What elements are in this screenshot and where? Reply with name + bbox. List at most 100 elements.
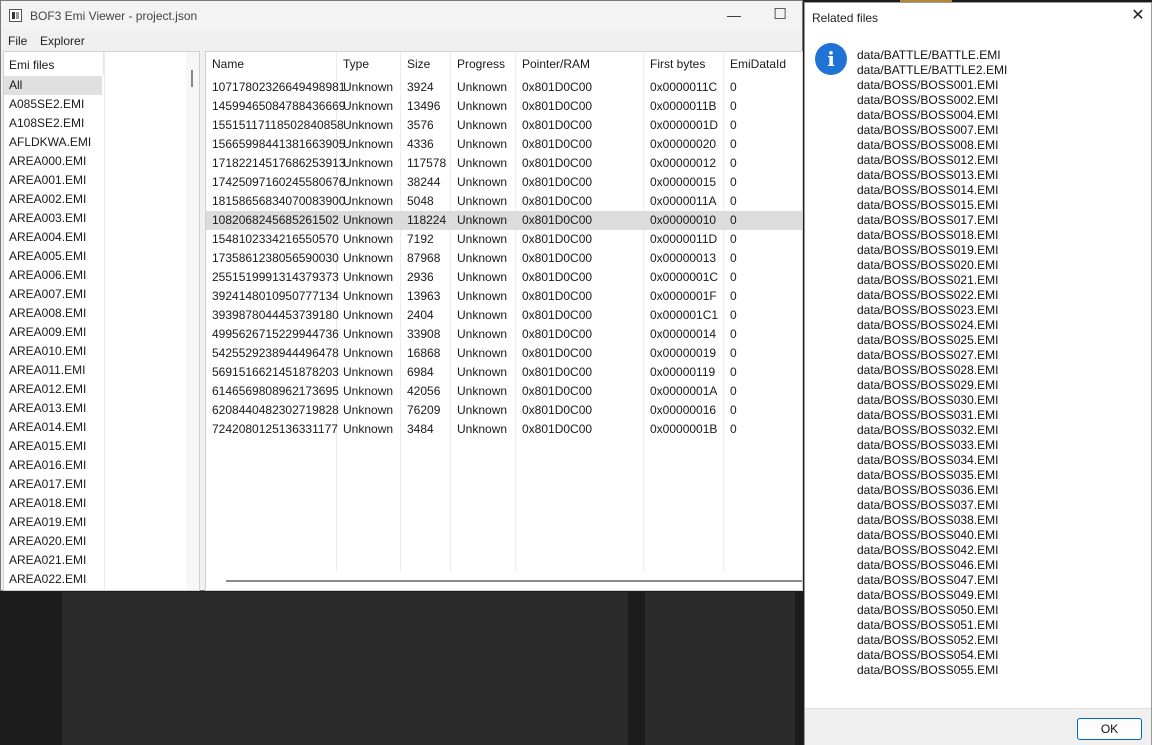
list-item[interactable]: AREA015.EMI (4, 437, 186, 456)
emi-files-list[interactable]: Emi files All A085SE2.EMI A108SE2.EMI AFLDK… (3, 51, 200, 591)
list-item[interactable]: AREA012.EMI (4, 380, 186, 399)
list-item[interactable]: All (4, 76, 102, 95)
table-row[interactable]: 2551519991314379373 Unknown 2936 Unknown 0x8… (206, 268, 802, 287)
column-header[interactable]: Type (337, 52, 401, 76)
table-cell: Unknown (343, 289, 394, 303)
menu-bar: File Explorer (1, 31, 802, 50)
menu-explorer[interactable]: Explorer (40, 34, 85, 48)
related-file: data/BOSS/BOSS018.EMI (857, 228, 999, 242)
maximize-button[interactable]: ☐ (757, 5, 803, 27)
table-cell: 0x0000001C (650, 270, 719, 284)
related-file: data/BOSS/BOSS007.EMI (857, 123, 999, 137)
emi-files-header[interactable]: Emi files (4, 52, 104, 75)
list-item[interactable]: A108SE2.EMI (4, 114, 186, 133)
table-cell: Unknown (457, 384, 508, 398)
horizontal-scrollbar[interactable] (206, 574, 802, 588)
list-item[interactable]: A085SE2.EMI (4, 95, 186, 114)
table-cell: Unknown (343, 80, 394, 94)
column-header[interactable]: Pointer/RAM (516, 52, 644, 76)
list-item[interactable]: AFLDKWA.EMI (4, 133, 186, 152)
table-cell: Unknown (343, 194, 394, 208)
list-item[interactable]: AREA010.EMI (4, 342, 186, 361)
table-cell: 5425529238944496478 (212, 346, 339, 360)
table-row[interactable]: 14599465084788436669 Unknown 13496 Unknown 0… (206, 97, 802, 116)
related-file: data/BOSS/BOSS020.EMI (857, 258, 999, 272)
table-cell: 4995626715229944736 (212, 327, 339, 341)
column-header[interactable]: Progress (451, 52, 516, 76)
column-header[interactable]: Name (206, 52, 337, 76)
table-cell: 13496 (407, 99, 441, 113)
table-row[interactable]: 15515117118502840858 Unknown 3576 Unknown 0x… (206, 116, 802, 135)
list-item[interactable]: AREA017.EMI (4, 475, 186, 494)
table-cell: 0 (730, 251, 737, 265)
table-cell: Unknown (457, 289, 508, 303)
table-row[interactable]: 17425097160245580676 Unknown 38244 Unknown 0… (206, 173, 802, 192)
column-header[interactable]: EmiDataId (724, 52, 802, 76)
table-row[interactable]: 5691516621451878203 Unknown 6984 Unknown 0x8… (206, 363, 802, 382)
list-item[interactable]: AREA011.EMI (4, 361, 186, 380)
column-header[interactable]: First bytes (644, 52, 724, 76)
table-cell: 0x00000020 (650, 137, 717, 151)
related-file: data/BOSS/BOSS036.EMI (857, 483, 999, 497)
table-cell: 5048 (407, 194, 434, 208)
list-item[interactable]: AREA016.EMI (4, 456, 186, 475)
list-scrollbar[interactable] (186, 52, 199, 590)
emi-table[interactable]: Name Type Size Progress Pointer/RAM First byt… (205, 51, 803, 591)
table-cell: 4336 (407, 137, 434, 151)
table-row[interactable]: 7242080125136331177 Unknown 3484 Unknown 0x8… (206, 420, 802, 439)
menu-file[interactable]: File (8, 34, 27, 48)
list-item[interactable]: AREA004.EMI (4, 228, 186, 247)
list-item[interactable]: AREA014.EMI (4, 418, 186, 437)
list-item[interactable]: AREA002.EMI (4, 190, 186, 209)
list-item[interactable]: AREA001.EMI (4, 171, 186, 190)
table-cell: 0x801D0C00 (522, 232, 593, 246)
list-item[interactable]: AREA008.EMI (4, 304, 186, 323)
column-header[interactable]: Size (401, 52, 451, 76)
list-item[interactable]: AREA013.EMI (4, 399, 186, 418)
table-cell: 0x801D0C00 (522, 175, 593, 189)
table-cell: Unknown (343, 346, 394, 360)
related-file: data/BOSS/BOSS014.EMI (857, 183, 999, 197)
related-file: data/BOSS/BOSS002.EMI (857, 93, 999, 107)
list-item[interactable]: AREA019.EMI (4, 513, 186, 532)
minimize-button[interactable]: — (711, 5, 757, 27)
list-item[interactable]: AREA003.EMI (4, 209, 186, 228)
table-row[interactable]: 17182214517686253913 Unknown 117578 Unknown… (206, 154, 802, 173)
table-row[interactable]: 15665998441381663905 Unknown 4336 Unknown 0x… (206, 135, 802, 154)
horizontal-scrollbar-thumb[interactable] (226, 580, 802, 582)
list-item[interactable]: AREA022.EMI (4, 570, 186, 589)
related-file: data/BOSS/BOSS037.EMI (857, 498, 999, 512)
table-row[interactable]: 1548102334216550570 Unknown 7192 Unknown 0x8… (206, 230, 802, 249)
list-item[interactable]: AREA006.EMI (4, 266, 186, 285)
table-row[interactable]: 3939878044453739180 Unknown 2404 Unknown 0x8… (206, 306, 802, 325)
table-row[interactable]: 5425529238944496478 Unknown 16868 Unknown 0x… (206, 344, 802, 363)
list-item[interactable]: AREA020.EMI (4, 532, 186, 551)
table-row[interactable]: 18158656834070083900 Unknown 5048 Unknown 0x… (206, 192, 802, 211)
list-scrollbar-thumb[interactable] (191, 70, 193, 87)
table-cell: 5691516621451878203 (212, 365, 339, 379)
list-item[interactable]: AREA018.EMI (4, 494, 186, 513)
table-cell: 0 (730, 99, 737, 113)
table-row[interactable]: 4995626715229944736 Unknown 33908 Unknown 0x… (206, 325, 802, 344)
table-row[interactable]: 6146569808962173695 Unknown 42056 Unknown 0x… (206, 382, 802, 401)
table-row[interactable]: 1735861238056590030 Unknown 87968 Unknown 0x… (206, 249, 802, 268)
related-file: data/BOSS/BOSS029.EMI (857, 378, 999, 392)
table-cell: 17425097160245580676 (212, 175, 346, 189)
list-item[interactable]: AREA005.EMI (4, 247, 186, 266)
title-bar[interactable]: BOF3 Emi Viewer - project.json — ☐ (1, 1, 802, 31)
table-cell: 0x0000011B (650, 99, 717, 113)
list-item[interactable]: AREA000.EMI (4, 152, 186, 171)
table-row[interactable]: 6208440482302719828 Unknown 76209 Unknown 0x… (206, 401, 802, 420)
table-cell: 0x801D0C00 (522, 365, 593, 379)
ok-button[interactable]: OK (1077, 718, 1142, 740)
table-row[interactable]: 10717802326649498981 Unknown 3924 Unknown 0x… (206, 78, 802, 97)
table-row[interactable]: 1082068245685261502 Unknown 118224 Unknown 0… (206, 211, 802, 230)
table-cell: 0x00000013 (650, 251, 717, 265)
table-row[interactable]: 3924148010950777134 Unknown 13963 Unknown 0x… (206, 287, 802, 306)
list-item[interactable]: AREA021.EMI (4, 551, 186, 570)
table-cell: 0x00000012 (650, 156, 717, 170)
list-item[interactable]: AREA007.EMI (4, 285, 186, 304)
close-icon[interactable]: ✕ (1130, 8, 1146, 24)
list-item[interactable]: AREA009.EMI (4, 323, 186, 342)
table-cell: 0x801D0C00 (522, 270, 593, 284)
